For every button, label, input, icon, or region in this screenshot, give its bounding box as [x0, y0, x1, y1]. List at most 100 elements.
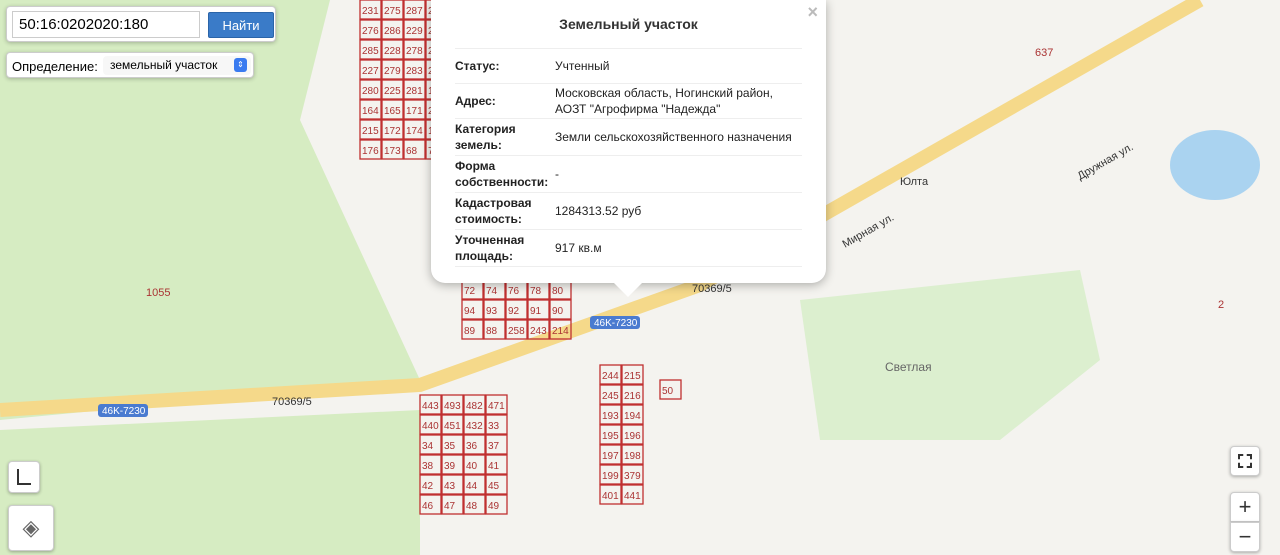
- road-code-label: 46K-7230: [594, 318, 638, 329]
- info-row: Адрес: Московская область, Ногинский райо…: [455, 83, 802, 118]
- parcel-number: 195: [602, 431, 619, 442]
- parcel-number: 279: [384, 66, 401, 77]
- parcel-number: 285: [362, 46, 379, 57]
- search-button[interactable]: Найти: [208, 12, 274, 38]
- zoom-out-button[interactable]: −: [1230, 522, 1260, 552]
- parcel-number: 174: [406, 126, 423, 137]
- parcel-number: 401: [602, 491, 619, 502]
- parcel-number: 258: [508, 326, 525, 337]
- parcel-number: 216: [624, 391, 641, 402]
- parcel-number: 91: [530, 306, 542, 317]
- place-label: Юлта: [900, 176, 929, 188]
- road-code-label: 46K-7230: [102, 406, 146, 417]
- search-panel: Найти: [6, 6, 276, 42]
- parcel-number: 44: [466, 481, 478, 492]
- parcel-number: 50: [662, 386, 674, 397]
- definition-selected: земельный участок: [110, 58, 218, 72]
- parcel-number: 276: [362, 26, 379, 37]
- ruler-button[interactable]: [8, 461, 40, 493]
- parcel-number: 471: [488, 401, 505, 412]
- info-key: Разрешенное использование:: [455, 267, 555, 271]
- info-value: -: [555, 167, 559, 181]
- road-number-label: 70369/5: [272, 396, 312, 408]
- parcel-number: 46: [422, 501, 434, 512]
- parcel-number: 48: [466, 501, 478, 512]
- parcel-number: 198: [624, 451, 641, 462]
- parcel-number: 215: [624, 371, 641, 382]
- parcel-number: 34: [422, 441, 434, 452]
- parcel-number: 440: [422, 421, 439, 432]
- info-key: Статус:: [455, 59, 500, 73]
- info-value: 917 кв.м: [555, 241, 602, 255]
- info-row: Уточненная площадь: 917 кв.м: [455, 229, 802, 266]
- info-row: Категория земель: Земли сельскохозяйствен…: [455, 118, 802, 155]
- parcel-number: 89: [464, 326, 476, 337]
- zoom-in-button[interactable]: +: [1230, 492, 1260, 522]
- parcel-number: 482: [466, 401, 483, 412]
- parcel-number: 196: [624, 431, 641, 442]
- info-key: Кадастровая стоимость:: [455, 196, 532, 226]
- parcel-number: 173: [384, 146, 401, 157]
- info-key: Адрес:: [455, 94, 496, 108]
- parcel-number: 215: [362, 126, 379, 137]
- parcel-number: 176: [362, 146, 379, 157]
- parcel-number: 432: [466, 421, 483, 432]
- parcel-number: 72: [464, 286, 476, 297]
- definition-label: Определение:: [12, 59, 98, 74]
- chevron-updown-icon: ⇕: [234, 58, 247, 72]
- parcel-info-table: Статус: Учтенный Адрес: Московская область,…: [455, 48, 802, 271]
- place-label: Светлая: [885, 360, 932, 374]
- map-label: 1055: [146, 287, 170, 299]
- parcel-number: 68: [406, 146, 418, 157]
- parcel-number: 74: [486, 286, 498, 297]
- parcel-number: 41: [488, 461, 500, 472]
- parcel-number: 245: [602, 391, 619, 402]
- parcel-number: 76: [508, 286, 520, 297]
- parcel-number: 49: [488, 501, 500, 512]
- parcel-number: 443: [422, 401, 439, 412]
- parcel-number: 39: [444, 461, 456, 472]
- parcel-number: 172: [384, 126, 401, 137]
- map-label: 637: [1035, 47, 1053, 59]
- parcel-number: 92: [508, 306, 520, 317]
- info-row: Форма собственности: -: [455, 155, 802, 192]
- layers-button[interactable]: ◈: [8, 505, 54, 551]
- parcel-number: 40: [466, 461, 478, 472]
- close-icon[interactable]: ×: [807, 2, 818, 23]
- map-label: 2: [1218, 299, 1224, 311]
- parcel-number: 199: [602, 471, 619, 482]
- parcel-number: 229: [406, 26, 423, 37]
- info-value: Земли сельскохозяйственного назначения: [555, 130, 792, 144]
- parcel-number: 90: [552, 306, 564, 317]
- parcel-number: 193: [602, 411, 619, 422]
- parcel-number: 214: [552, 326, 569, 337]
- parcel-number: 165: [384, 106, 401, 117]
- parcel-number: 244: [602, 371, 619, 382]
- parcel-number: 164: [362, 106, 379, 117]
- layers-icon: ◈: [22, 515, 40, 540]
- info-row: Разрешенное использование:для дачного ст…: [455, 266, 802, 271]
- parcel-number: 42: [422, 481, 434, 492]
- info-row: Кадастровая стоимость: 1284313.52 руб: [455, 192, 802, 229]
- parcel-number: 493: [444, 401, 461, 412]
- parcel-number: 45: [488, 481, 500, 492]
- parcel-number: 35: [444, 441, 456, 452]
- fullscreen-button[interactable]: [1230, 446, 1260, 476]
- parcel-number: 197: [602, 451, 619, 462]
- forest-area-bottom: [0, 410, 420, 555]
- definition-panel: Определение: земельный участок ⇕: [6, 52, 254, 78]
- parcel-number: 243: [530, 326, 547, 337]
- parcel-number: 33: [488, 421, 500, 432]
- info-key: Форма собственности:: [455, 159, 549, 189]
- definition-select[interactable]: земельный участок ⇕: [103, 56, 251, 75]
- parcel-number: 94: [464, 306, 476, 317]
- parcel-number: 78: [530, 286, 542, 297]
- parcel-number: 280: [362, 86, 379, 97]
- parcel-number: 47: [444, 501, 456, 512]
- parcel-number: 231: [362, 6, 379, 17]
- parcel-number: 43: [444, 481, 456, 492]
- cadastral-number-input[interactable]: [12, 11, 200, 38]
- parcel-number: 227: [362, 66, 379, 77]
- parcel-number: 286: [384, 26, 401, 37]
- parcel-number: 225: [384, 86, 401, 97]
